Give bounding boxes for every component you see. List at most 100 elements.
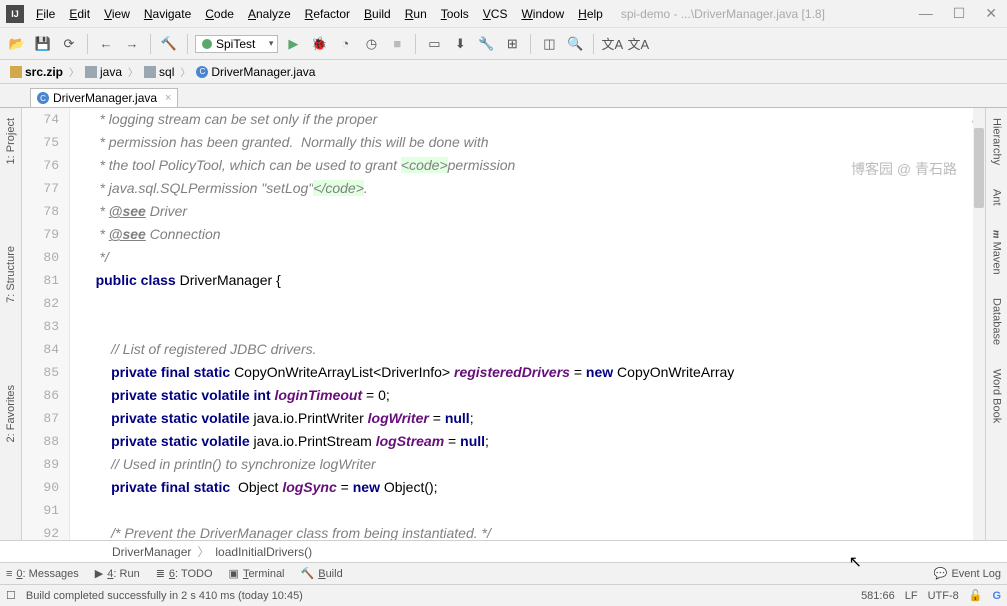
menu-navigate[interactable]: Navigate [138, 5, 197, 23]
tool-1-project[interactable]: 1: Project [3, 112, 19, 170]
save-icon[interactable]: 💾 [32, 33, 54, 55]
run-config-dropdown[interactable]: SpiTest [195, 35, 278, 53]
code-line[interactable]: /* Prevent the DriverManager class from … [70, 522, 1007, 540]
menu-code[interactable]: Code [199, 5, 240, 23]
code-line[interactable] [70, 499, 1007, 522]
code-line[interactable]: private static volatile int loginTimeout… [70, 384, 1007, 407]
tool-database[interactable]: Database [989, 292, 1005, 351]
gutter-line[interactable]: 75 [22, 131, 69, 154]
menu-edit[interactable]: Edit [63, 5, 96, 23]
gutter-line[interactable]: 88 [22, 430, 69, 453]
nav-drivermanager-java[interactable]: CDriverManager.java [192, 65, 319, 79]
gutter-line[interactable]: 74 [22, 108, 69, 131]
gutter-line[interactable]: 83 [22, 315, 69, 338]
profile-icon[interactable]: ◷ [360, 33, 382, 55]
code-line[interactable] [70, 292, 1007, 315]
code-line[interactable]: */ [70, 246, 1007, 269]
sdk-icon[interactable]: ⬇ [449, 33, 471, 55]
gutter-line[interactable]: 77 [22, 177, 69, 200]
translate-icon[interactable]: 文A [601, 33, 623, 55]
debug-button[interactable]: 🐞 [308, 33, 330, 55]
bottom-tab-4-run[interactable]: ▶4: Run [95, 567, 140, 580]
breadcrumb-method[interactable]: loadInitialDrivers() [215, 545, 312, 559]
status-goto-icon[interactable]: G [992, 590, 1001, 602]
minimize-button[interactable]: — [919, 5, 933, 22]
tool-ant[interactable]: Ant [989, 183, 1005, 212]
bottom-tab-6-todo[interactable]: ≣6: TODO [156, 567, 213, 580]
gutter-line[interactable]: 84 [22, 338, 69, 361]
breadcrumb-class[interactable]: DriverManager [112, 545, 191, 559]
open-icon[interactable]: 📂 [6, 33, 28, 55]
gutter-line[interactable]: 80 [22, 246, 69, 269]
gutter-line[interactable]: 87 [22, 407, 69, 430]
tab-close-icon[interactable]: × [165, 92, 171, 104]
code-line[interactable]: * the tool PolicyTool, which can be used… [70, 154, 1007, 177]
code-line[interactable]: * logging stream can be set only if the … [70, 108, 1007, 131]
tool-2-favorites[interactable]: 2: Favorites [3, 379, 19, 448]
code-line[interactable]: // List of registered JDBC drivers. [70, 338, 1007, 361]
menu-file[interactable]: File [30, 5, 61, 23]
coverage-icon[interactable]: ◔ [334, 33, 356, 55]
menu-refactor[interactable]: Refactor [299, 5, 356, 23]
code-line[interactable]: private final static Object logSync = ne… [70, 476, 1007, 499]
scrollbar-track[interactable] [973, 108, 985, 540]
gutter-line[interactable]: 89 [22, 453, 69, 476]
menu-vcs[interactable]: VCS [477, 5, 514, 23]
code-line[interactable]: // Used in println() to synchronize logW… [70, 453, 1007, 476]
gutter-line[interactable]: 82 [22, 292, 69, 315]
search-icon[interactable]: 🔍 [564, 33, 586, 55]
code-editor[interactable]: 博客园 @ 青石路 ✔ * logging stream can be set … [70, 108, 1007, 540]
menu-build[interactable]: Build [358, 5, 397, 23]
tool-hierarchy[interactable]: Hierarchy [989, 112, 1005, 171]
back-icon[interactable]: ← [95, 33, 117, 55]
tab-drivermanager[interactable]: C DriverManager.java × [30, 88, 178, 107]
refresh-icon[interactable]: ⟳ [58, 33, 80, 55]
translate2-icon[interactable]: 文A [627, 33, 649, 55]
status-encoding[interactable]: UTF-8 [928, 590, 959, 602]
gutter-line[interactable]: 86 [22, 384, 69, 407]
tool-7-structure[interactable]: 7: Structure [3, 240, 19, 309]
bottom-tab-0-messages[interactable]: ≡0: Messages [6, 568, 79, 580]
code-line[interactable]: * @see Connection [70, 223, 1007, 246]
run-button[interactable]: ▶ [282, 33, 304, 55]
gutter-line[interactable]: 79 [22, 223, 69, 246]
code-line[interactable]: private static volatile java.io.PrintStr… [70, 430, 1007, 453]
status-lock-icon[interactable]: 🔓 [969, 589, 983, 602]
tool-maven[interactable]: m Maven [989, 224, 1005, 281]
status-checkbox[interactable]: ☐ [6, 589, 16, 602]
tool-word-book[interactable]: Word Book [989, 363, 1005, 429]
code-line[interactable]: * @see Driver [70, 200, 1007, 223]
nav-java[interactable]: java [81, 65, 126, 79]
nav-sql[interactable]: sql [140, 65, 178, 79]
menu-run[interactable]: Run [399, 5, 433, 23]
menu-view[interactable]: View [98, 5, 136, 23]
code-line[interactable]: * permission has been granted. Normally … [70, 131, 1007, 154]
gutter-line[interactable]: 78 [22, 200, 69, 223]
gutter-line[interactable]: 90 [22, 476, 69, 499]
status-line-sep[interactable]: LF [905, 590, 918, 602]
menu-analyze[interactable]: Analyze [242, 5, 297, 23]
close-button[interactable]: ✕ [985, 5, 997, 22]
scrollbar-thumb[interactable] [974, 128, 984, 208]
bottom-tab-terminal[interactable]: ▣Terminal [229, 567, 285, 580]
bottom-tab-build[interactable]: 🔨Build [301, 567, 343, 580]
maximize-button[interactable]: ☐ [953, 5, 966, 22]
menu-help[interactable]: Help [572, 5, 609, 23]
project-structure-icon[interactable]: ⊞ [501, 33, 523, 55]
settings-icon[interactable]: 🔧 [475, 33, 497, 55]
event-log-button[interactable]: 💬Event Log [934, 567, 1001, 580]
gutter-line[interactable]: 85 [22, 361, 69, 384]
code-line[interactable]: public class DriverManager { [70, 269, 1007, 292]
code-line[interactable]: private final static CopyOnWriteArrayLis… [70, 361, 1007, 384]
code-line[interactable]: private static volatile java.io.PrintWri… [70, 407, 1007, 430]
gutter-line[interactable]: 91 [22, 499, 69, 522]
forward-icon[interactable]: → [121, 33, 143, 55]
menu-tools[interactable]: Tools [435, 5, 475, 23]
gutter-line[interactable]: 92 [22, 522, 69, 545]
menu-window[interactable]: Window [515, 5, 570, 23]
avd-icon[interactable]: ▭ [423, 33, 445, 55]
stop-icon[interactable]: ■ [386, 33, 408, 55]
code-line[interactable] [70, 315, 1007, 338]
gutter-line[interactable]: 81 [22, 269, 69, 292]
gutter-line[interactable]: 76 [22, 154, 69, 177]
